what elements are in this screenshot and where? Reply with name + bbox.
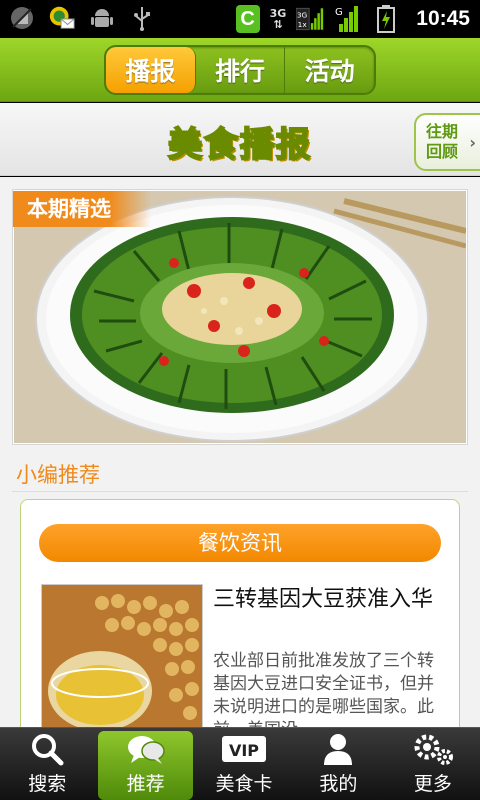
past-issues-label-line2: 回顾: [426, 142, 459, 161]
svg-text:1x: 1x: [298, 20, 308, 29]
article-thumbnail: [41, 584, 203, 727]
svg-text:3G: 3G: [297, 10, 308, 19]
vip-card-text: VIP: [229, 741, 259, 760]
main-content: 本期精选 小编推荐 餐饮资讯 三转基因大豆获准入华 农业部日前批准发放了三个转基…: [0, 177, 480, 727]
editor-pick-heading: 小编推荐: [16, 463, 100, 487]
featured-badge: 本期精选: [13, 191, 151, 227]
network-3g-icon: 3G ⇅: [269, 7, 287, 31]
nav-mine-label: 我的: [319, 773, 358, 795]
nav-recommend[interactable]: 推荐: [98, 731, 193, 800]
signal-g-icon: G: [334, 5, 362, 33]
top-tab-bar: 播报 排行 活动: [0, 38, 480, 102]
nav-more-label: 更多: [413, 773, 452, 795]
status-clock: 10:45: [416, 7, 470, 30]
past-issues-button[interactable]: 往期 回顾 ›: [414, 113, 480, 171]
chat-bubbles-icon: [126, 731, 166, 768]
status-bar: C 3G ⇅ 3G 1x G 10:45: [0, 0, 480, 38]
app-c-icon: C: [235, 5, 260, 33]
past-issues-label-line1: 往期: [426, 122, 459, 141]
signal-3g-1x-icon: 3G 1x: [296, 5, 324, 33]
nav-more[interactable]: 更多: [386, 728, 480, 800]
nav-mine[interactable]: 我的: [291, 728, 385, 800]
usb-icon: [128, 4, 156, 32]
article-title: 三转基因大豆获准入华: [213, 587, 434, 612]
search-icon: [30, 730, 64, 768]
page-header: 美食播报 往期 回顾 ›: [0, 103, 480, 176]
chevron-right-icon: ›: [469, 133, 476, 152]
nav-search-label: 搜索: [28, 773, 67, 795]
signal-off-icon: [8, 4, 36, 32]
tab-broadcast[interactable]: 播报: [106, 47, 196, 93]
article-summary: 农业部日前批准发放了三个转基因大豆进口安全证书，但并未说明进口的是哪些国家。此前…: [213, 651, 434, 727]
person-icon: [322, 730, 354, 768]
svg-text:G: G: [335, 7, 343, 18]
bottom-navigation: 搜索 推荐 VIP 美食卡 我的 更多: [0, 727, 480, 800]
gears-icon: [411, 730, 455, 768]
tab-activities[interactable]: 活动: [285, 47, 374, 93]
featured-dish-image: [14, 191, 467, 443]
battery-charging-icon: [372, 5, 400, 33]
message-notification-icon: [48, 4, 76, 32]
nav-recommend-label: 推荐: [126, 773, 165, 795]
article-card[interactable]: 餐饮资讯 三转基因大豆获准入华 农业部日前批准发放了三个转基因大豆进口安全证书，…: [20, 499, 460, 727]
nav-food-card-label: 美食卡: [215, 773, 273, 795]
vip-card-icon: VIP: [221, 730, 267, 768]
tab-ranking[interactable]: 排行: [196, 47, 286, 93]
nav-search[interactable]: 搜索: [0, 728, 94, 800]
featured-banner[interactable]: 本期精选: [12, 189, 468, 445]
category-pill[interactable]: 餐饮资讯: [39, 524, 441, 562]
segmented-tabs: 播报 排行 活动: [104, 45, 376, 95]
page-title: 美食播报: [167, 124, 312, 166]
section-divider: [12, 491, 468, 492]
nav-food-card[interactable]: VIP 美食卡: [197, 728, 291, 800]
android-debug-icon: [88, 4, 116, 32]
